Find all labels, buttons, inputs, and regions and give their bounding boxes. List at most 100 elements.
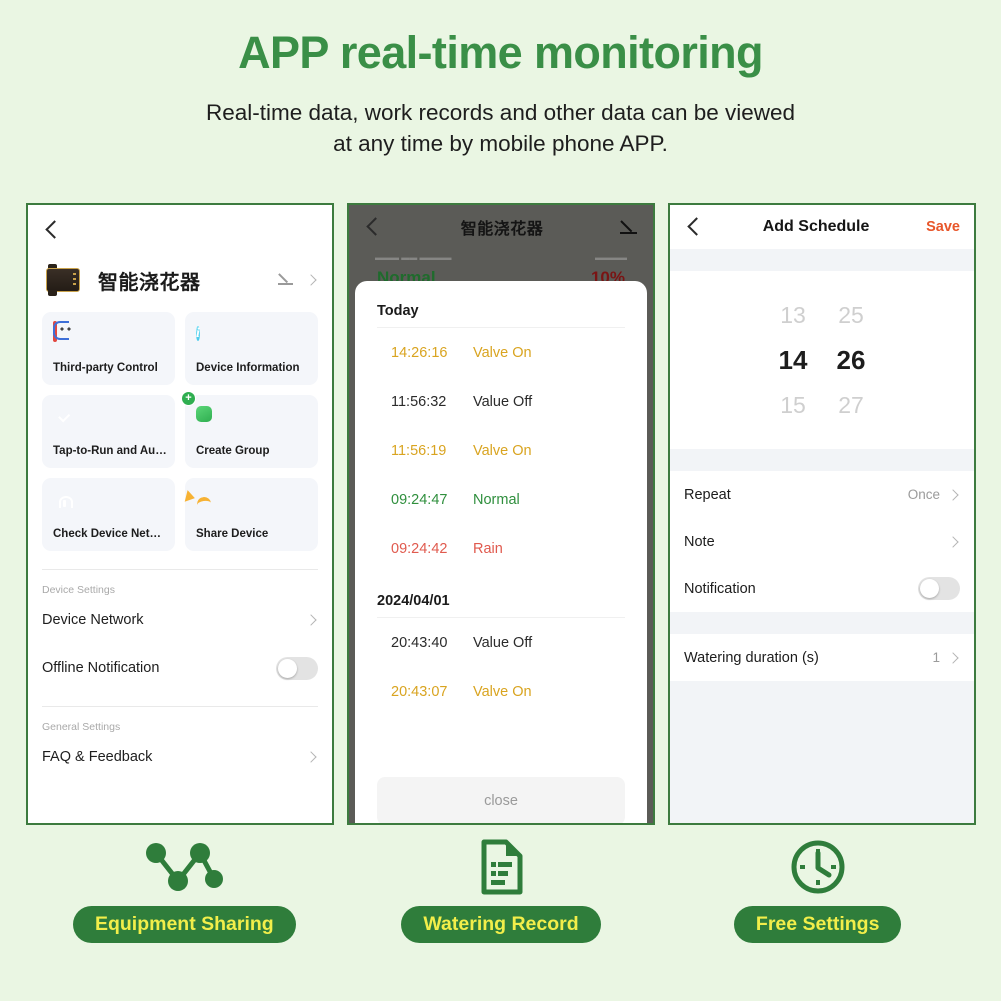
section-gap	[670, 612, 974, 634]
log-event: Valve On	[473, 683, 532, 700]
picker-minute-above[interactable]: 25	[834, 302, 868, 329]
hero-section: APP real-time monitoring Real-time data,…	[0, 0, 1001, 159]
log-row: 11:56:32 Value Off	[377, 377, 625, 426]
log-time: 20:43:40	[391, 634, 448, 651]
clock-icon	[789, 838, 847, 896]
close-button[interactable]: close	[377, 777, 625, 823]
log-row: 14:26:16 Valve On	[377, 328, 625, 377]
chevron-left-icon[interactable]	[684, 216, 706, 238]
card-device-information[interactable]: i Device Information	[185, 312, 318, 385]
row-notification[interactable]: Notification	[670, 565, 974, 612]
panel-device-settings: 智能浇花器 Third-party Control i Device Infor…	[26, 203, 334, 825]
blurred-right: ▬▬▬▬	[595, 253, 627, 262]
card-create-group[interactable]: Create Group	[185, 395, 318, 468]
chevron-right-icon	[304, 750, 318, 764]
log-row: 20:43:40 Value Off	[377, 618, 625, 667]
picker-row-below[interactable]: 15 27	[670, 392, 974, 419]
section-heading-general-settings: General Settings	[42, 721, 121, 733]
log-time: 09:24:47	[391, 491, 448, 508]
record-nav-bar: 智能浇花器	[349, 205, 653, 249]
picker-row-above[interactable]: 13 25	[670, 302, 974, 329]
feature-watering-record: Watering Record	[343, 838, 660, 973]
log-event: Valve On	[473, 344, 532, 361]
page-subtitle: Real-time data, work records and other d…	[0, 97, 1001, 159]
panel-watering-record: 智能浇花器 ▬▬▬ ▬▬ ▬▬▬▬ ▬▬▬▬ Normal 10% Today …	[347, 203, 655, 825]
chevron-right-icon	[946, 535, 960, 549]
log-event: Value Off	[473, 634, 533, 651]
card-third-party-control[interactable]: Third-party Control	[42, 312, 175, 385]
row-watering-duration[interactable]: Watering duration (s) 1	[670, 634, 974, 681]
card-label: Share Device	[196, 528, 269, 540]
row-label: Notification	[684, 580, 756, 597]
log-row: 09:24:47 Normal	[377, 475, 625, 524]
device-name: 智能浇花器	[98, 271, 201, 294]
feature-strip: Equipment Sharing Watering Record Free S…	[26, 838, 976, 973]
offline-notification-toggle[interactable]	[276, 656, 318, 680]
card-tap-to-run[interactable]: Tap-to-Run and Auto...	[42, 395, 175, 468]
chevron-right-icon[interactable]	[304, 273, 318, 287]
device-header-actions	[276, 271, 318, 289]
chevron-left-icon[interactable]	[42, 219, 64, 241]
row-label: Note	[684, 533, 715, 550]
info-icon: i	[196, 326, 200, 341]
card-label: Tap-to-Run and Auto...	[53, 445, 169, 457]
empty-area	[670, 681, 974, 823]
log-row: 11:56:19 Valve On	[377, 426, 625, 475]
share-network-icon	[144, 838, 224, 896]
pencil-icon[interactable]	[619, 217, 639, 237]
card-label: Check Device Network	[53, 528, 169, 540]
blurred-labels: ▬▬▬ ▬▬ ▬▬▬▬ ▬▬▬▬	[349, 249, 653, 262]
record-sheet-inner: Today 14:26:16 Valve On 11:56:32 Value O…	[355, 281, 647, 823]
save-button[interactable]: Save	[926, 219, 960, 235]
row-label: FAQ & Feedback	[42, 749, 153, 765]
log-time: 09:24:42	[391, 540, 448, 557]
subtitle-line-2: at any time by mobile phone APP.	[333, 130, 668, 156]
chevron-right-icon	[304, 613, 318, 627]
log-time: 14:26:16	[391, 344, 448, 361]
chevron-right-icon	[946, 651, 960, 665]
card-share-device[interactable]: Share Device	[185, 478, 318, 551]
picker-hour-above[interactable]: 13	[776, 302, 810, 329]
picker-minute-below[interactable]: 27	[834, 392, 868, 419]
document-lines-icon	[476, 838, 526, 896]
panel-add-schedule: Add Schedule Save 13 25 14 26 15 27 Repe…	[668, 203, 976, 825]
record-bottom-sheet: Today 14:26:16 Valve On 11:56:32 Value O…	[355, 281, 647, 823]
log-day-label: Today	[377, 303, 419, 319]
feature-label: Watering Record	[401, 906, 601, 943]
row-offline-notification[interactable]: Offline Notification	[28, 644, 332, 692]
picker-hour-below[interactable]: 15	[776, 392, 810, 419]
card-check-device-network[interactable]: Check Device Network	[42, 478, 175, 551]
record-title: 智能浇花器	[460, 221, 544, 238]
pencil-icon[interactable]	[276, 271, 294, 289]
row-faq-feedback[interactable]: FAQ & Feedback	[28, 733, 332, 781]
notification-toggle[interactable]	[918, 577, 960, 600]
schedule-nav-bar: Add Schedule Save	[670, 205, 974, 249]
schedule-options-list: Repeat Once Note Notification	[670, 471, 974, 612]
row-note[interactable]: Note	[670, 518, 974, 565]
card-label: Device Information	[196, 362, 300, 374]
row-device-network[interactable]: Device Network	[28, 596, 332, 644]
chevron-right-icon	[946, 488, 960, 502]
row-value: Once	[907, 487, 940, 502]
card-label: Third-party Control	[53, 362, 158, 374]
row-label: Watering duration (s)	[684, 649, 819, 666]
log-event: Normal	[473, 491, 520, 508]
third-party-control-icon	[53, 321, 57, 342]
log-time: 11:56:32	[391, 393, 447, 410]
chevron-left-icon[interactable]	[363, 216, 385, 238]
feature-equipment-sharing: Equipment Sharing	[26, 838, 343, 973]
picker-row-selected[interactable]: 14 26	[670, 345, 974, 376]
log-time: 11:56:19	[391, 442, 447, 459]
section-gap	[670, 249, 974, 271]
picker-hour-selected[interactable]: 14	[776, 345, 810, 376]
row-label: Device Network	[42, 612, 144, 628]
log-event: Rain	[473, 540, 503, 557]
row-repeat[interactable]: Repeat Once	[670, 471, 974, 518]
time-picker[interactable]: 13 25 14 26 15 27	[670, 271, 974, 449]
device-header-row[interactable]: 智能浇花器	[28, 246, 332, 302]
device-nav-bar	[28, 205, 332, 246]
device-feature-cards: Third-party Control i Device Information…	[28, 302, 332, 555]
picker-minute-selected[interactable]: 26	[834, 345, 868, 376]
screenshot-panels: 智能浇花器 Third-party Control i Device Infor…	[26, 203, 976, 825]
log-event: Valve On	[473, 442, 532, 459]
